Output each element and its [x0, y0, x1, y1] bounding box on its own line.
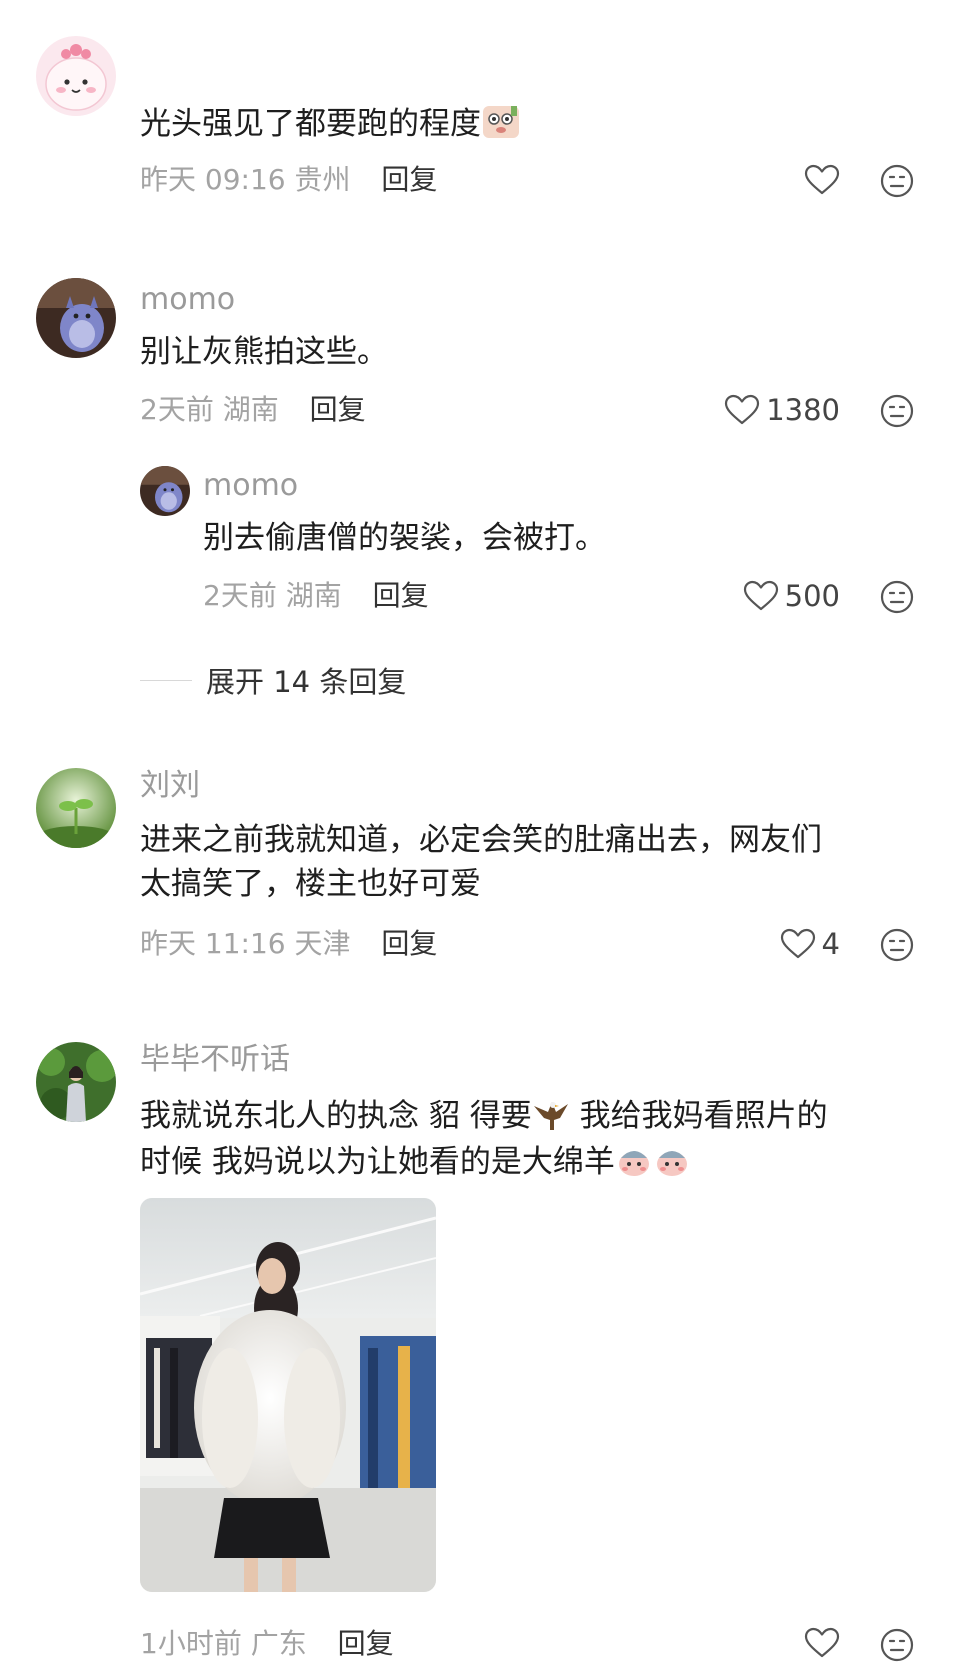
comment-text-line-2: 太搞笑了，楼主也好可爱 [140, 866, 481, 902]
comment-photo[interactable] [140, 1198, 436, 1592]
heart-outline-icon [743, 580, 778, 611]
heart-outline-icon [725, 394, 760, 425]
comment-meta: 昨天 09:16 贵州 回复 [140, 162, 437, 198]
reply-button[interactable]: 回复 [381, 927, 437, 960]
sticker-emoji-icon [481, 104, 521, 152]
username[interactable]: 毕毕不听话 [140, 1042, 290, 1078]
like-button[interactable]: 500 [700, 576, 840, 616]
reply-button[interactable]: 回复 [373, 579, 429, 612]
avatar-photo-icon [36, 1042, 116, 1122]
comment-meta: 昨天 11:16 天津 回复 [140, 926, 437, 962]
reply-time: 2天前 [203, 579, 277, 612]
comment-text-part: 时候 我妈说以为让她看的是大绵羊 [140, 1144, 615, 1180]
like-count: 4 [821, 927, 840, 961]
expand-replies-button[interactable]: 展开 14 条回复 [140, 660, 406, 700]
like-button[interactable]: 4 [700, 924, 840, 964]
reply-button[interactable]: 回复 [381, 163, 437, 196]
reply-username[interactable]: momo [203, 468, 298, 504]
comment-text: 别让灰熊拍这些。 [140, 334, 388, 370]
like-button[interactable] [760, 1624, 840, 1662]
comment-time: 昨天 11:16 [140, 927, 286, 960]
comment-text: 光头强见了都要跑的程度 [140, 102, 521, 152]
reply-button[interactable]: 回复 [310, 393, 366, 426]
avatar-cartoon-icon [36, 36, 116, 116]
avatar[interactable] [36, 278, 116, 358]
expand-replies-label: 展开 14 条回复 [206, 665, 407, 699]
neutral-face-icon[interactable] [880, 164, 914, 198]
avatar[interactable] [36, 36, 116, 116]
reply-meta: 2天前 湖南 回复 [203, 578, 429, 614]
like-button[interactable] [760, 160, 840, 200]
avatar-plush-icon [36, 278, 116, 358]
comment-location: 天津 [294, 927, 351, 960]
like-count: 1380 [766, 393, 840, 427]
reply-avatar[interactable] [140, 466, 190, 516]
reply-button[interactable]: 回复 [338, 1627, 394, 1660]
comment-text-line-1: 我就说东北人的执念 貂 得要 我给我妈看照片的 [140, 1094, 828, 1144]
comment-text-part: 我给我妈看照片的 [569, 1098, 828, 1134]
username[interactable]: momo [140, 282, 235, 318]
heart-outline-icon [804, 1627, 840, 1658]
eagle-emoji-icon [532, 1096, 570, 1144]
divider-line [140, 679, 192, 681]
avatar[interactable] [36, 1042, 116, 1122]
neutral-face-icon[interactable] [880, 928, 914, 962]
sticker-emoji-icon [653, 1142, 691, 1190]
heart-outline-icon [780, 928, 815, 959]
comment-time: 2天前 [140, 393, 214, 426]
heart-outline-icon [804, 164, 840, 195]
comment-location: 湖南 [222, 393, 279, 426]
avatar-sprout-icon [36, 768, 116, 848]
sticker-emoji-icon [615, 1142, 653, 1190]
avatar[interactable] [36, 768, 116, 848]
neutral-face-icon[interactable] [880, 394, 914, 428]
comment-time: 1小时前 [140, 1627, 242, 1660]
neutral-face-icon[interactable] [880, 580, 914, 614]
like-button[interactable]: 1380 [700, 390, 840, 430]
comment-location: 贵州 [294, 163, 351, 196]
comment-text-line-1: 进来之前我就知道，必定会笑的肚痛出去，网友们 [140, 822, 822, 858]
comment-time: 昨天 09:16 [140, 163, 286, 196]
username[interactable]: 刘刘 [140, 768, 200, 804]
avatar-plush-icon [140, 466, 190, 516]
photo-woman-fur-coat-icon [140, 1198, 436, 1592]
comment-meta: 2天前 湖南 回复 [140, 392, 366, 428]
reply-location: 湖南 [285, 579, 342, 612]
like-count: 500 [784, 579, 840, 613]
neutral-face-icon[interactable] [880, 1628, 914, 1662]
comment-text-part: 我就说东北人的执念 貂 得要 [140, 1098, 532, 1134]
reply-text: 别去偷唐僧的袈裟，会被打。 [203, 520, 606, 556]
comment-text-content: 光头强见了都要跑的程度 [140, 106, 481, 142]
comment-text-line-2: 时候 我妈说以为让她看的是大绵羊 [140, 1140, 691, 1190]
comment-meta: 1小时前 广东 回复 [140, 1626, 394, 1662]
comment-location: 广东 [250, 1627, 307, 1660]
